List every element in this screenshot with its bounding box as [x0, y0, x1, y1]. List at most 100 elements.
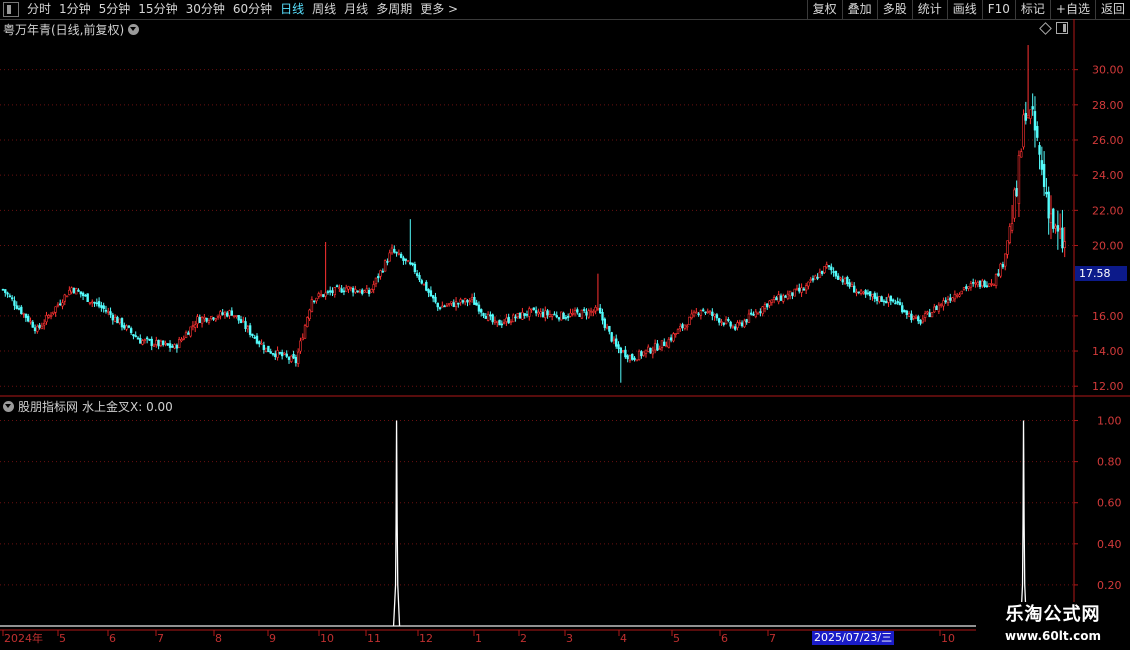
candle-body-down — [603, 318, 606, 328]
candle-body-down — [779, 295, 783, 301]
candle-body-up — [548, 314, 552, 317]
candle-body-down — [1001, 263, 1005, 268]
watermark: 乐淘公式网 www.60lt.com — [976, 602, 1130, 650]
candle-body-down — [175, 344, 179, 349]
candle-body-up — [747, 313, 751, 323]
kline-chart-canvas[interactable]: 30.00 28.00 26.00 24.00 22.00 20.00 16.00 14.00… — [0, 0, 1130, 650]
candle-body-up — [509, 321, 513, 323]
candle-body-down — [239, 319, 243, 324]
candle-body-up — [1029, 109, 1032, 119]
candle-body-up — [512, 314, 515, 323]
candle-body-up — [447, 303, 451, 305]
candle-body-up — [768, 300, 771, 306]
candle-body-down — [340, 288, 343, 293]
time-tick-label: 8 — [215, 632, 222, 645]
candle-body-up — [862, 291, 865, 294]
price-tick-label: 20.00 — [1092, 240, 1124, 253]
candle-body-down — [166, 343, 169, 346]
candle-body-up — [914, 317, 918, 319]
candle-body-up — [674, 333, 677, 335]
candle-body-up — [560, 311, 563, 321]
candle-body-down — [798, 287, 801, 292]
candle-body-up — [388, 252, 391, 262]
candle-body-up — [49, 314, 53, 317]
candle-body-up — [777, 294, 780, 303]
candle-body-up — [113, 317, 117, 322]
candle-body-up — [283, 352, 286, 355]
candle-body-down — [905, 310, 909, 315]
candle-body-down — [830, 266, 833, 271]
candle-body-down — [882, 300, 886, 303]
candle-body-down — [134, 335, 137, 338]
chevron-down-icon[interactable] — [128, 24, 140, 35]
candle-body-up — [660, 340, 664, 348]
candle-body-down — [4, 289, 7, 293]
candle-body-up — [951, 297, 954, 302]
candle-body-up — [635, 359, 639, 362]
candle-body-down — [84, 294, 87, 297]
candle-body-up — [303, 325, 307, 339]
current-price-tag: 17.58 — [1075, 266, 1127, 281]
candle-body-down — [919, 320, 922, 324]
candle-body-down — [944, 300, 947, 303]
candle-body-up — [859, 290, 863, 294]
candle-body-up — [56, 304, 60, 307]
candle-body-down — [367, 290, 371, 294]
candle-body-up — [319, 294, 323, 296]
indicator-name[interactable]: 股朋指标网 — [18, 398, 78, 415]
candle-body-down — [894, 302, 897, 305]
candle-body-down — [418, 275, 421, 280]
candle-body-up — [390, 247, 394, 254]
candle-body-down — [514, 316, 517, 319]
candle-body-up — [299, 340, 302, 352]
candle-body-up — [358, 291, 362, 294]
candle-body-down — [452, 302, 455, 307]
candle-body-up — [976, 282, 979, 286]
candle-body-up — [933, 306, 936, 313]
candle-body-down — [377, 276, 380, 279]
time-tick-label: 5 — [59, 632, 66, 645]
candle-body-down — [740, 322, 744, 327]
candle-body-down — [791, 292, 794, 296]
candle-body-up — [594, 307, 597, 312]
candle-body-up — [974, 282, 977, 285]
candle-body-up — [349, 287, 353, 289]
candle-body-down — [361, 289, 364, 294]
candle-body-down — [885, 301, 888, 304]
candle-body-down — [553, 313, 556, 316]
candle-body-down — [116, 316, 119, 324]
diamond-icon[interactable] — [1039, 22, 1052, 35]
candle-body-up — [1054, 225, 1057, 229]
candle-body-up — [63, 294, 66, 302]
candle-body-up — [1010, 223, 1014, 231]
candle-body-down — [610, 332, 613, 342]
time-tick-label: 12 — [419, 632, 433, 645]
candle-body-up — [612, 338, 616, 341]
candle-body-down — [578, 313, 581, 317]
panel-toggle-icon[interactable] — [1056, 22, 1068, 34]
candle-body-down — [633, 357, 636, 360]
candle-body-up — [871, 294, 874, 297]
candle-body-down — [711, 311, 714, 316]
main-chart-title: 粤万年青(日线,前复权) — [3, 21, 140, 38]
candle-body-down — [498, 319, 501, 326]
candle-body-up — [850, 284, 854, 287]
candle-body-down — [331, 290, 334, 294]
candle-body-up — [637, 350, 641, 361]
candle-body-down — [212, 317, 215, 320]
candle-body-up — [379, 270, 382, 277]
candle-body-up — [589, 310, 593, 313]
candle-body-down — [20, 306, 23, 314]
candle-body-down — [484, 315, 488, 319]
candle-body-up — [502, 322, 506, 324]
candle-body-down — [534, 310, 538, 314]
candle-body-down — [127, 325, 131, 328]
chevron-down-icon[interactable] — [3, 401, 14, 412]
candle-body-down — [752, 313, 755, 316]
candle-body-down — [285, 353, 288, 357]
candle-body-up — [878, 296, 881, 302]
candle-body-down — [97, 301, 101, 307]
candle-body-up — [887, 296, 890, 303]
candle-body-up — [372, 284, 375, 290]
candle-body-down — [81, 292, 85, 297]
